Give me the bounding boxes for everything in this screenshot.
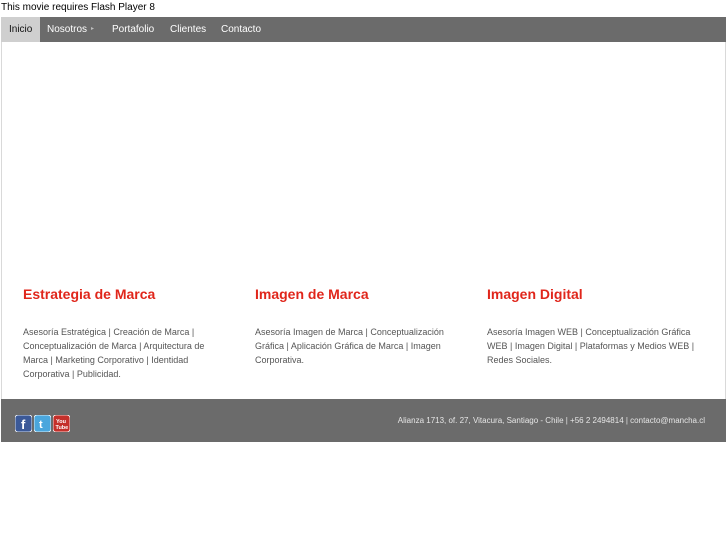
column-text: Asesoría Imagen de Marca | Conceptualiza…: [255, 327, 444, 365]
svg-text:t: t: [39, 419, 43, 431]
footer: f t You Tube Alianza 1713, of. 27, Vitac…: [1, 399, 726, 442]
nav-item-contacto[interactable]: Contacto: [213, 17, 269, 42]
nav-item-label: Contacto: [221, 24, 262, 35]
nav-item-label: Inicio: [9, 24, 33, 35]
nav-item-nosotros[interactable]: Nosotros ▸: [39, 17, 102, 42]
twitter-icon[interactable]: t: [34, 415, 51, 432]
column-estrategia-de-marca: Estrategia de Marca Asesoría Estratégica…: [23, 286, 223, 381]
nav-item-clientes[interactable]: Clientes: [162, 17, 214, 42]
column-imagen-de-marca: Imagen de Marca Asesoría Imagen de Marca…: [255, 286, 455, 367]
column-title: Imagen de Marca: [255, 286, 369, 302]
svg-text:f: f: [21, 417, 26, 432]
column-imagen-digital: Imagen Digital Asesoría Imagen WEB | Con…: [487, 286, 694, 367]
nav-item-inicio[interactable]: Inicio: [1, 17, 41, 42]
column-text: Asesoría Estratégica | Creación de Marca…: [23, 327, 205, 379]
footer-address: Alianza 1713, of. 27, Vitacura, Santiago…: [397, 416, 705, 425]
column-title: Imagen Digital: [487, 286, 583, 302]
nav-item-portafolio[interactable]: Portafolio: [104, 17, 162, 42]
column-title: Estrategia de Marca: [23, 286, 156, 302]
column-text: Asesoría Imagen WEB | Conceptualización …: [487, 327, 695, 365]
nav-item-label: Clientes: [170, 24, 207, 35]
caret-right-icon: ▸: [91, 26, 95, 32]
flash-player-message: This movie requires Flash Player 8: [1, 2, 155, 13]
nav-item-label: Nosotros: [47, 24, 88, 36]
svg-text:Tube: Tube: [56, 425, 69, 431]
main-nav: Inicio Nosotros ▸ Portafolio Clientes Con…: [1, 17, 726, 42]
nav-item-label: Portafolio: [112, 24, 155, 35]
youtube-icon[interactable]: You Tube: [53, 415, 70, 432]
facebook-icon[interactable]: f: [15, 415, 32, 432]
